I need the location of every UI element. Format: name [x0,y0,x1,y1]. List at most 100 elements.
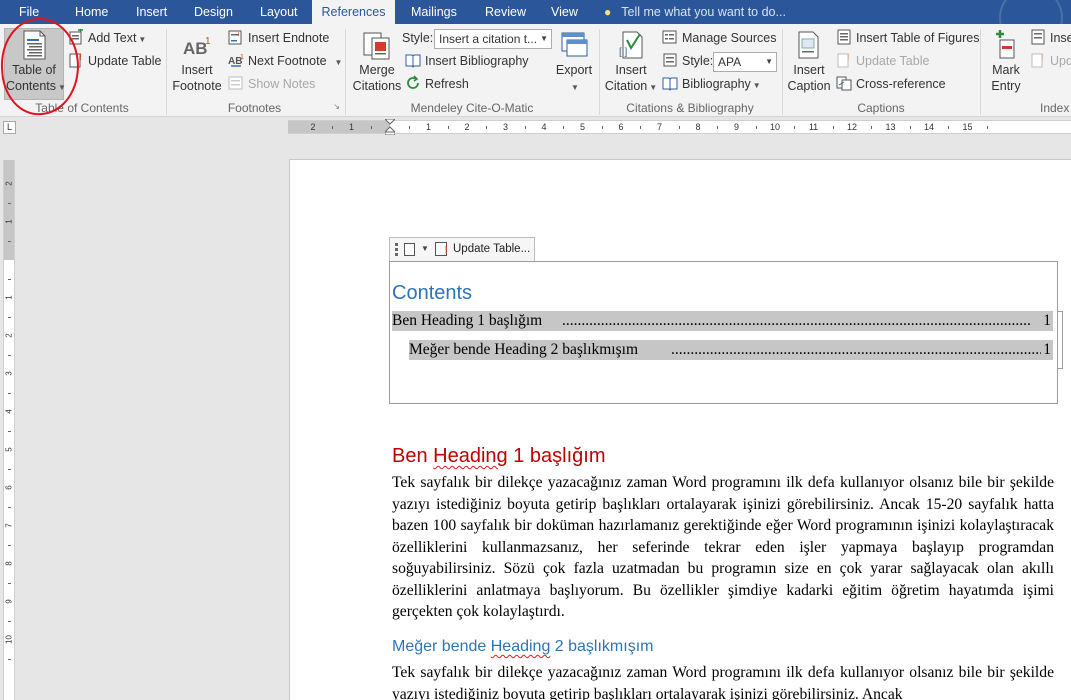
update-index-button[interactable]: ! Upd [1030,51,1071,71]
mark-entry-label-2: Entry [991,79,1021,93]
ruler-number: 8 [4,561,14,566]
insert-bibliography-label: Insert Bibliography [425,54,529,68]
ruler-number: 5 [579,122,585,132]
refresh-icon [407,75,419,89]
refresh-label: Refresh [425,77,469,91]
svg-text:AB: AB [183,39,208,58]
ruler-tick [8,659,11,660]
heading-2-suffix: 2 başlıkmışım [550,638,654,655]
ruler-margin-area [288,121,390,133]
svg-text:1: 1 [205,36,211,47]
body-paragraph[interactable]: Tek sayfalık bir dilekçe yazacağınız zam… [392,662,1054,700]
insert-caption-icon [798,31,819,59]
tab-references[interactable]: References [312,0,395,24]
heading-2-prefix: Meğer bende [392,638,491,655]
toc-field-bracket [1058,311,1063,369]
update-table-button[interactable]: ! Update Table [68,51,161,71]
body-paragraph[interactable]: Tek sayfalık bir dilekçe yazacağınız zam… [392,472,1054,623]
export-button[interactable]: Export ▼ [553,30,595,96]
mark-entry-button[interactable]: Mark Entry [985,30,1027,94]
insert-footnote-button[interactable]: AB 1 Insert Footnote [171,34,223,94]
ruler-number: 9 [4,599,14,604]
insert-index-button[interactable]: Inse [1030,28,1071,48]
ruler-number: 2 [464,122,470,132]
show-notes-label: Show Notes [248,77,316,91]
bibliography-icon [662,77,678,91]
insert-citation-label-2: Citation [604,79,648,93]
mendeley-style-label: Style: [402,31,434,45]
mendeley-style-select[interactable]: Insert a citation t... ▼ [434,29,552,49]
spellcheck-word: Heading [433,445,508,467]
tab-layout[interactable]: Layout [260,0,298,24]
insert-footnote-label-1: Insert [181,63,213,77]
citation-style-value: APA [718,55,742,69]
document-icon[interactable] [404,243,415,256]
bibliography-button[interactable]: Bibliography ▼ [662,74,761,94]
insert-citation-icon: [ ] [619,31,643,59]
horizontal-ruler[interactable]: 2 1 1 2 3 4 5 6 7 8 9 10 11 12 13 14 15 [288,119,1071,135]
chevron-down-icon: ▼ [138,35,147,44]
insert-citation-button[interactable]: [ ] Insert Citation ▼ [603,30,659,96]
drag-handle-icon[interactable] [395,243,398,256]
toc-entry[interactable]: Meğer bende Heading 2 başlıkmışım.......… [409,340,1053,360]
ruler-tick [8,279,11,280]
merge-citations-icon [363,32,390,60]
tell-me-placeholder: Tell me what you want to do... [621,5,786,19]
cross-reference-icon [836,76,852,91]
table-of-figures-icon [837,29,851,45]
tab-design[interactable]: Design [194,0,233,24]
insert-table-of-figures-button[interactable]: Insert Table of Figures [836,28,979,48]
merge-citations-button[interactable]: Merge Citations [351,30,403,94]
heading-1-prefix: Ben [392,445,434,467]
toc-content-control[interactable] [389,261,1058,404]
update-index-label: Upd [1050,54,1071,68]
toc-content-control-tab[interactable]: ▼ Update Table... [389,237,535,262]
ruler-tick [8,583,11,584]
update-table-control-label[interactable]: Update Table... [453,238,530,260]
ruler-number: 14 [923,122,934,132]
toc-entry[interactable]: Ben Heading 1 başlığım..................… [392,311,1053,331]
tab-view[interactable]: View [551,0,578,24]
citation-style-select[interactable]: APA ▼ [713,52,777,72]
ruler-number: 6 [618,122,624,132]
manage-sources-button[interactable]: Manage Sources [662,28,777,48]
chevron-down-icon: ▼ [752,81,761,90]
next-footnote-button[interactable]: AB 1 Next Footnote ▼ [228,51,342,71]
cross-reference-button[interactable]: Cross-reference [836,74,946,94]
indent-markers-icon[interactable] [385,119,395,135]
tab-insert[interactable]: Insert [136,0,167,24]
dialog-launcher-icon[interactable]: ↘ [333,102,340,111]
tell-me-box[interactable]: ● Tell me what you want to do... [604,0,786,24]
toc-entry-text: Ben Heading 1 başlığım [392,312,543,329]
ruler-tick [370,126,372,129]
add-text-button[interactable]: Add Text ▼ [68,28,146,48]
ruler-tick [717,126,719,129]
ruler-tick [640,126,642,129]
export-icon [561,32,588,57]
update-index-icon: ! [1031,52,1044,68]
tab-review[interactable]: Review [485,0,526,24]
tab-home[interactable]: Home [75,0,108,24]
heading-1[interactable]: Ben Heading 1 başlığım [392,445,606,468]
insert-endnote-button[interactable]: i Insert Endnote [228,28,329,48]
ruler-tick [8,355,11,356]
update-table-label: Update Table [88,54,162,68]
tab-selector[interactable]: L [3,121,16,134]
insert-caption-button[interactable]: Insert Caption [786,30,832,94]
insert-bibliography-button[interactable]: Insert Bibliography [405,51,529,71]
ruler-number: 11 [808,122,819,132]
chevron-down-icon[interactable]: ▼ [421,238,429,260]
ruler-tick [832,126,834,129]
insert-index-label: Inse [1050,31,1071,45]
document-page[interactable]: ▼ Update Table... Contents Ben Heading 1… [289,159,1071,700]
refresh-button[interactable]: Refresh [405,74,469,94]
heading-2[interactable]: Meğer bende Heading 2 başlıkmışım [392,638,653,656]
heading-1-suffix: 1 başlığım [507,445,606,467]
update-table-icon [435,240,448,262]
update-table-of-figures-button[interactable]: ! Update Table [836,51,929,71]
vertical-ruler[interactable]: 2 1 1 2 3 4 5 6 7 8 9 10 [3,160,15,700]
ruler-number: 12 [846,122,857,132]
show-notes-button[interactable]: Show Notes [228,74,315,94]
footnotes-group-label: Footnotes ↘ [167,101,342,115]
tab-mailings[interactable]: Mailings [411,0,457,24]
